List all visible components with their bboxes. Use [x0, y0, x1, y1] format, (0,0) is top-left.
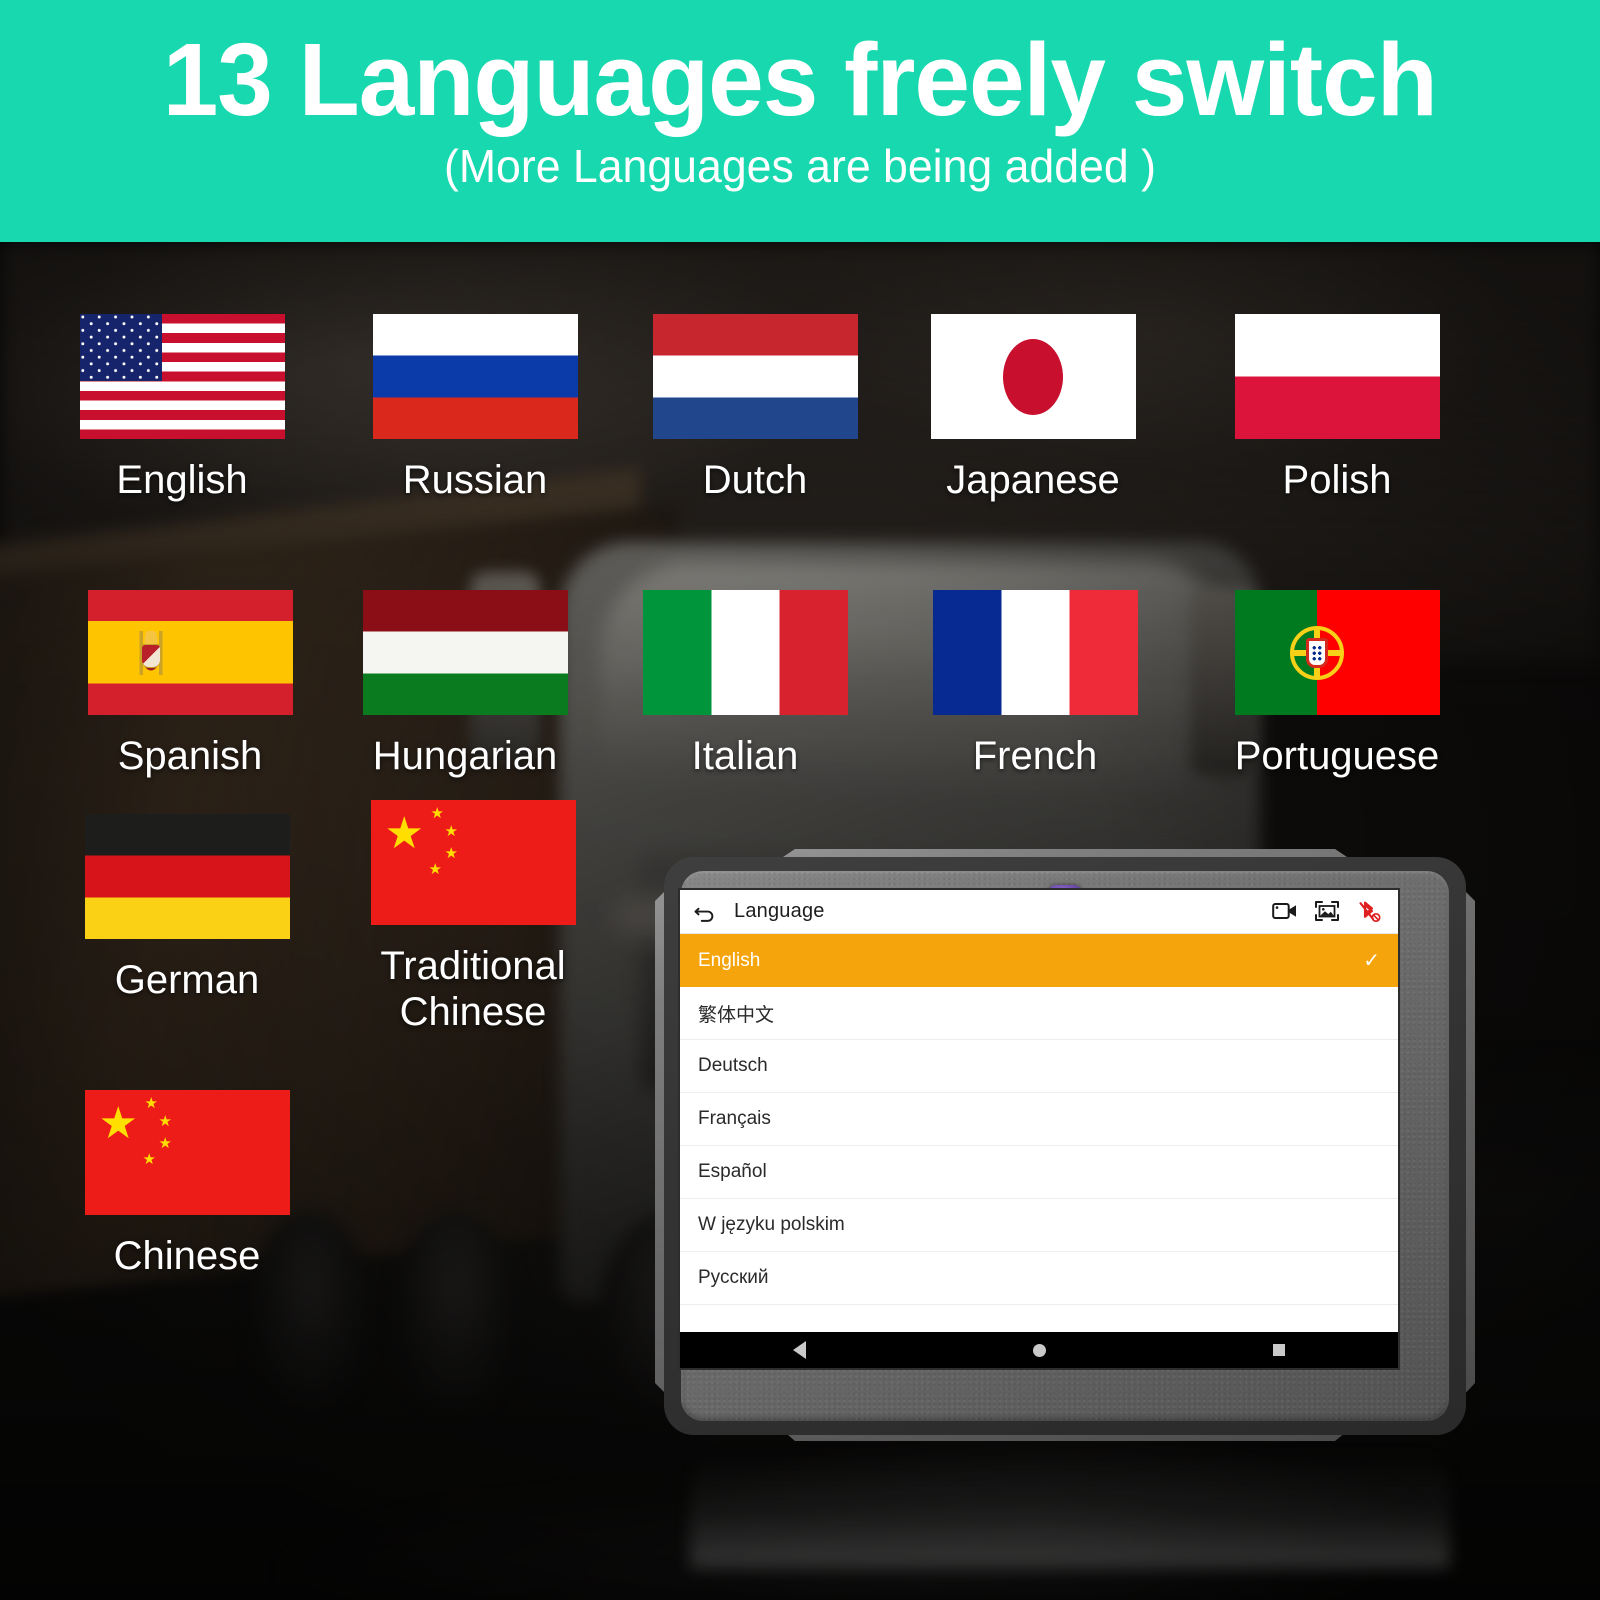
flag-label: French [972, 734, 1098, 778]
language-list-item[interactable]: W języku polskim [680, 1199, 1398, 1252]
flag-label: Spanish [117, 734, 263, 778]
flag-item-italian: Italian [600, 590, 890, 779]
android-recents-button[interactable] [1272, 1344, 1285, 1356]
flag-item-french: French [890, 590, 1180, 779]
page-subtitle: (More Languages are being added ) [444, 140, 1156, 193]
language-list-item[interactable]: 繁体中文 [680, 987, 1398, 1040]
portugal-flag-icon [1234, 590, 1440, 715]
language-list-item[interactable]: English ✓ [680, 934, 1398, 987]
language-list-item-label: W języku polskim [698, 1214, 845, 1235]
android-home-button[interactable] [1032, 1343, 1046, 1357]
flag-label: Chinese [113, 1234, 261, 1278]
flag-label: Japanese [946, 458, 1120, 502]
screenshot-image-icon[interactable] [1314, 900, 1340, 924]
flag-label: Portuguese [1234, 734, 1440, 778]
flag-label: Italian [691, 734, 799, 778]
japan-flag-icon [930, 314, 1136, 439]
language-list-item-label: Deutsch [698, 1055, 768, 1076]
page-title: 13 Languages freely switch [162, 22, 1438, 137]
flag-label: Dutch [702, 458, 808, 502]
flag-label: Traditional Chinese [380, 944, 566, 1035]
poland-flag-icon [1234, 314, 1440, 439]
russia-flag-icon [372, 314, 578, 439]
flag-item-german: German [42, 814, 332, 1003]
language-list-item[interactable]: Русский [680, 1252, 1398, 1305]
italy-flag-icon [642, 590, 848, 715]
china-flag-icon: ★ ★ ★ ★ ★ [84, 1090, 290, 1215]
netherlands-flag-icon [652, 314, 858, 439]
header-banner: 13 Languages freely switch (More Languag… [0, 0, 1600, 242]
language-list: English ✓ 繁体中文 Deutsch Français Español … [680, 934, 1398, 1305]
flag-item-polish: Polish [1192, 314, 1482, 503]
flag-item-chinese: ★ ★ ★ ★ ★ Chinese [42, 1090, 332, 1279]
flag-item-traditional-chinese: ★ ★ ★ ★ ★ Traditional Chinese [328, 800, 618, 1036]
flag-item-spanish: Spanish [45, 590, 335, 779]
hungary-flag-icon [362, 590, 568, 715]
app-bar-actions [1272, 900, 1386, 924]
app-bar-title: Language [734, 900, 825, 922]
language-list-item[interactable]: Français [680, 1093, 1398, 1146]
android-back-button[interactable] [793, 1341, 807, 1359]
flag-item-dutch: Dutch [610, 314, 900, 503]
spain-flag-icon [87, 590, 293, 715]
diagnostic-tablet-device: Language English ✓ 繁体中文 Deutsch Français… [655, 843, 1475, 1448]
language-list-item[interactable]: Deutsch [680, 1040, 1398, 1093]
video-record-icon[interactable] [1272, 900, 1298, 924]
flag-item-japanese: Japanese [888, 314, 1178, 503]
language-list-item[interactable]: Español [680, 1146, 1398, 1199]
germany-flag-icon [84, 814, 290, 939]
language-list-item-label: Русский [698, 1267, 769, 1288]
united-states-flag-icon [79, 314, 285, 439]
tablet-reflection [690, 1448, 1450, 1568]
flag-label: Polish [1282, 458, 1392, 502]
bluetooth-disabled-icon[interactable] [1356, 900, 1382, 924]
language-list-item-label: Español [698, 1161, 767, 1182]
android-navigation-bar [680, 1332, 1398, 1368]
language-list-item-label: 繁体中文 [698, 1004, 775, 1026]
flag-label: English [116, 458, 248, 502]
check-icon: ✓ [1363, 950, 1380, 972]
flag-label: Russian [402, 458, 548, 502]
flag-item-russian: Russian [330, 314, 620, 503]
app-bar: Language [680, 890, 1398, 934]
language-list-item-label: English [698, 949, 761, 971]
france-flag-icon [932, 590, 1138, 715]
flag-item-hungarian: Hungarian [320, 590, 610, 779]
flag-item-english: English [37, 314, 327, 503]
flag-label: German [114, 958, 260, 1002]
tablet-screen: Language English ✓ 繁体中文 Deutsch Français… [680, 890, 1398, 1368]
china-flag-icon: ★ ★ ★ ★ ★ [370, 800, 576, 925]
language-list-item-label: Français [698, 1108, 771, 1129]
flag-item-portuguese: Portuguese [1192, 590, 1482, 779]
back-arrow-icon[interactable] [692, 899, 718, 925]
flag-label: Hungarian [372, 734, 558, 778]
